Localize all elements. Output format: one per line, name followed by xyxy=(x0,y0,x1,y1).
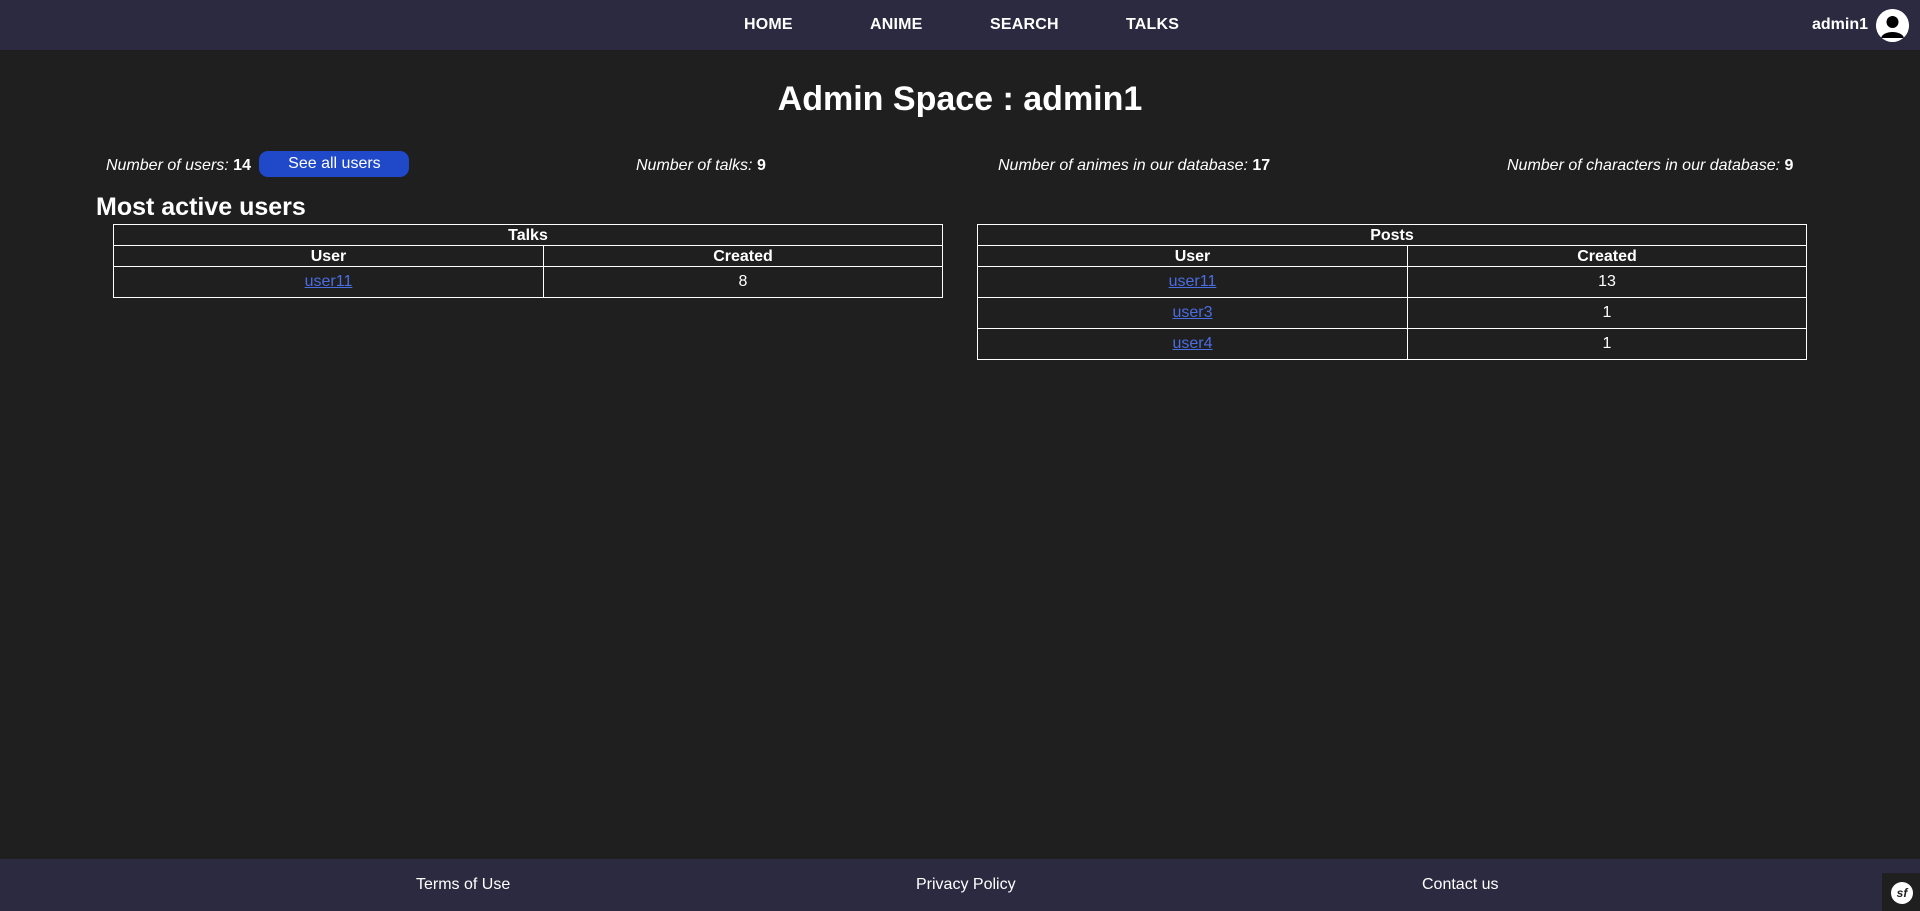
talks-table-caption: Talks xyxy=(113,224,943,246)
most-active-users-title: Most active users xyxy=(96,193,306,221)
symfony-toolbar-toggle[interactable]: sf xyxy=(1882,873,1920,911)
stat-users-label: Number of users: xyxy=(106,157,229,174)
table-row: user11 13 xyxy=(977,266,1807,298)
nav-talks-link[interactable]: TALKS xyxy=(1126,0,1179,50)
see-all-users-button[interactable]: See all users xyxy=(259,151,410,178)
posts-created-cell: 1 xyxy=(1407,328,1807,360)
footer: Terms of Use Privacy Policy Contact us s… xyxy=(0,859,1920,911)
table-row: user3 1 xyxy=(977,297,1807,329)
stat-characters: Number of characters in our database: 9 xyxy=(1507,153,1793,179)
posts-col-created: Created xyxy=(1407,245,1807,267)
posts-user-cell: user11 xyxy=(977,266,1408,298)
stat-talks-label: Number of talks: xyxy=(636,157,753,174)
talks-col-user: User xyxy=(113,245,544,267)
privacy-policy-link[interactable]: Privacy Policy xyxy=(916,859,1016,911)
posts-created-cell: 13 xyxy=(1407,266,1807,298)
stat-characters-value: 9 xyxy=(1784,157,1794,174)
nav-anime-link[interactable]: ANIME xyxy=(870,0,923,50)
stat-users: Number of users: 14 See all users xyxy=(106,151,410,179)
talks-user-cell: user11 xyxy=(113,266,544,298)
avatar[interactable] xyxy=(1876,8,1909,42)
contact-us-link[interactable]: Contact us xyxy=(1422,859,1498,911)
talks-created-cell: 8 xyxy=(543,266,943,298)
user-link[interactable]: user4 xyxy=(1172,335,1212,352)
stat-animes-label: Number of animes in our database: xyxy=(998,157,1248,174)
posts-user-cell: user3 xyxy=(977,297,1408,329)
symfony-icon: sf xyxy=(1891,882,1913,904)
nav-search-link[interactable]: SEARCH xyxy=(990,0,1059,50)
page-title: Admin Space : admin1 xyxy=(777,80,1143,118)
talks-col-created: Created xyxy=(543,245,943,267)
stat-talks: Number of talks: 9 xyxy=(636,153,766,179)
user-avatar-icon xyxy=(1876,8,1909,42)
nav-links: HOME ANIME SEARCH TALKS xyxy=(0,0,1920,50)
posts-col-user: User xyxy=(977,245,1408,267)
user-link[interactable]: user3 xyxy=(1172,304,1212,321)
posts-table: Posts User Created user11 13 user3 1 use… xyxy=(977,224,1807,360)
posts-user-cell: user4 xyxy=(977,328,1408,360)
user-link[interactable]: user11 xyxy=(305,273,353,290)
stat-characters-label: Number of characters in our database: xyxy=(1507,157,1781,174)
user-link[interactable]: user11 xyxy=(1169,273,1217,290)
table-row: user11 8 xyxy=(113,266,943,298)
stat-animes-value: 17 xyxy=(1252,157,1271,174)
table-row: user4 1 xyxy=(977,328,1807,360)
posts-table-caption: Posts xyxy=(977,224,1807,246)
talks-table: Talks User Created user11 8 xyxy=(113,224,943,298)
user-menu[interactable]: admin1 xyxy=(1812,5,1909,45)
terms-of-use-link[interactable]: Terms of Use xyxy=(416,859,510,911)
top-navbar: HOME ANIME SEARCH TALKS admin1 xyxy=(0,0,1920,50)
nav-home-link[interactable]: HOME xyxy=(744,0,793,50)
stat-animes: Number of animes in our database: 17 xyxy=(998,153,1270,179)
posts-created-cell: 1 xyxy=(1407,297,1807,329)
stat-users-value: 14 xyxy=(233,157,251,174)
username-label[interactable]: admin1 xyxy=(1812,16,1868,34)
stat-talks-value: 9 xyxy=(756,157,766,174)
